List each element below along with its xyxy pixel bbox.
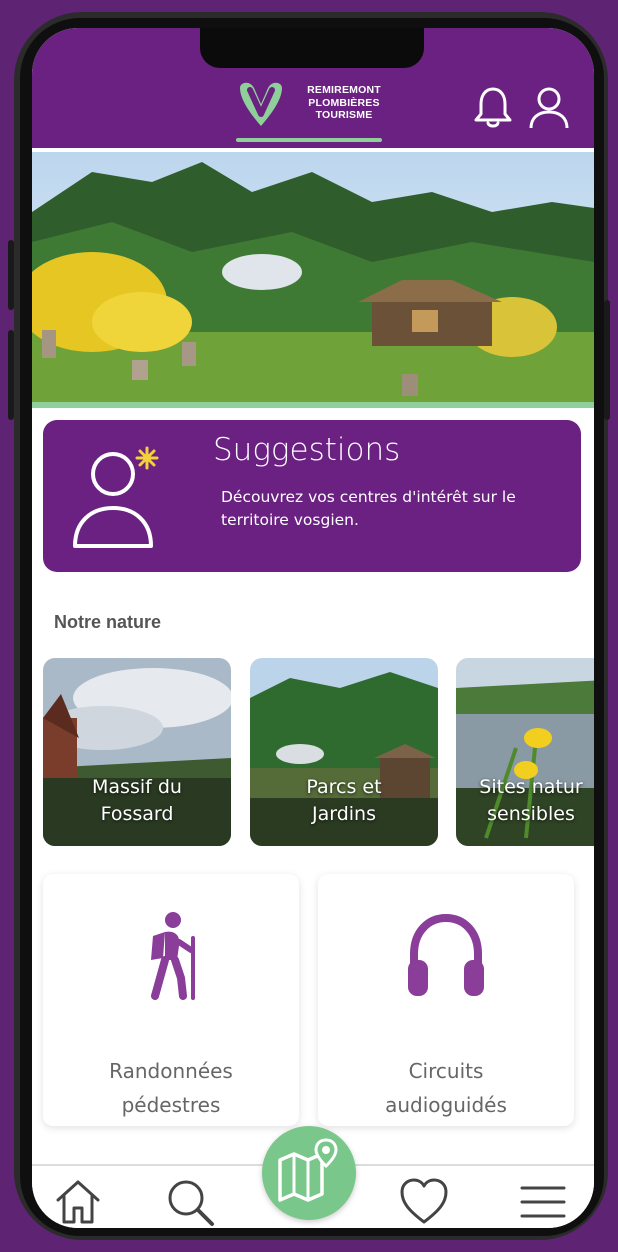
app-logo[interactable]: REMIREMONT PLOMBIÈRES TOURISME — [236, 80, 382, 144]
bell-icon[interactable] — [470, 84, 516, 130]
logo-line: REMIREMONT — [307, 84, 381, 96]
side-button — [8, 330, 14, 420]
map-icon — [278, 1138, 338, 1202]
card-label-line: Parcs et — [306, 776, 382, 798]
card-label-line: Sites natur — [479, 776, 583, 798]
logo-text: REMIREMONT PLOMBIÈRES TOURISME — [294, 84, 394, 122]
user-sparkle-icon — [73, 446, 159, 548]
activity-card-circuits[interactable]: Circuits audioguidés — [318, 874, 574, 1126]
app-header: REMIREMONT PLOMBIÈRES TOURISME — [32, 28, 594, 148]
logo-line: TOURISME — [315, 109, 373, 121]
logo-underline — [236, 138, 382, 142]
side-button — [8, 240, 14, 310]
hiker-icon — [151, 912, 195, 1000]
headphones-icon — [408, 913, 484, 996]
phone-notch — [200, 28, 424, 68]
card-label-line: Jardins — [311, 803, 376, 825]
activity-label-line: pédestres — [121, 1093, 221, 1117]
section-title: Notre nature — [54, 612, 162, 632]
heart-icon[interactable] — [398, 1176, 450, 1228]
nature-card-massif[interactable]: Massif du Fossard — [43, 658, 231, 846]
home-icon[interactable] — [52, 1176, 104, 1228]
logo-heart-v-icon — [240, 82, 282, 126]
card-label-line: Fossard — [100, 803, 174, 825]
map-button[interactable] — [262, 1126, 356, 1220]
activity-label-line: Circuits — [408, 1059, 484, 1083]
activity-label-line: audioguidés — [385, 1093, 507, 1117]
nature-card-sites[interactable]: Sites natur sensibles — [456, 658, 594, 846]
side-button — [604, 300, 610, 420]
card-label-line: sensibles — [487, 803, 575, 825]
user-icon[interactable] — [526, 84, 572, 130]
garden-photo — [32, 152, 594, 406]
card-label-line: Massif du — [92, 776, 182, 798]
suggestions-card[interactable]: Suggestions Découvrez vos centres d'inté… — [43, 420, 581, 572]
search-icon[interactable] — [164, 1176, 216, 1228]
activity-card-randonnees[interactable]: Randonnées pédestres — [43, 874, 299, 1126]
card-label: Sites natur sensibles — [456, 774, 594, 828]
card-label: Massif du Fossard — [43, 774, 231, 828]
logo-line: PLOMBIÈRES — [308, 96, 380, 109]
activity-label: Randonnées pédestres — [43, 1054, 299, 1122]
activity-label: Circuits audioguidés — [318, 1054, 574, 1122]
suggestions-title: Suggestions — [213, 432, 401, 468]
menu-icon[interactable] — [516, 1176, 568, 1228]
hero-image — [32, 152, 594, 406]
nature-card-parcs[interactable]: Parcs et Jardins — [250, 658, 438, 846]
suggestions-text: Découvrez vos centres d'intérêt sur le t… — [221, 488, 516, 529]
card-label: Parcs et Jardins — [250, 774, 438, 828]
activity-label-line: Randonnées — [109, 1059, 233, 1083]
app-screen: REMIREMONT PLOMBIÈRES TOURISME Suggestio… — [32, 28, 594, 1228]
hero-divider — [32, 402, 594, 408]
